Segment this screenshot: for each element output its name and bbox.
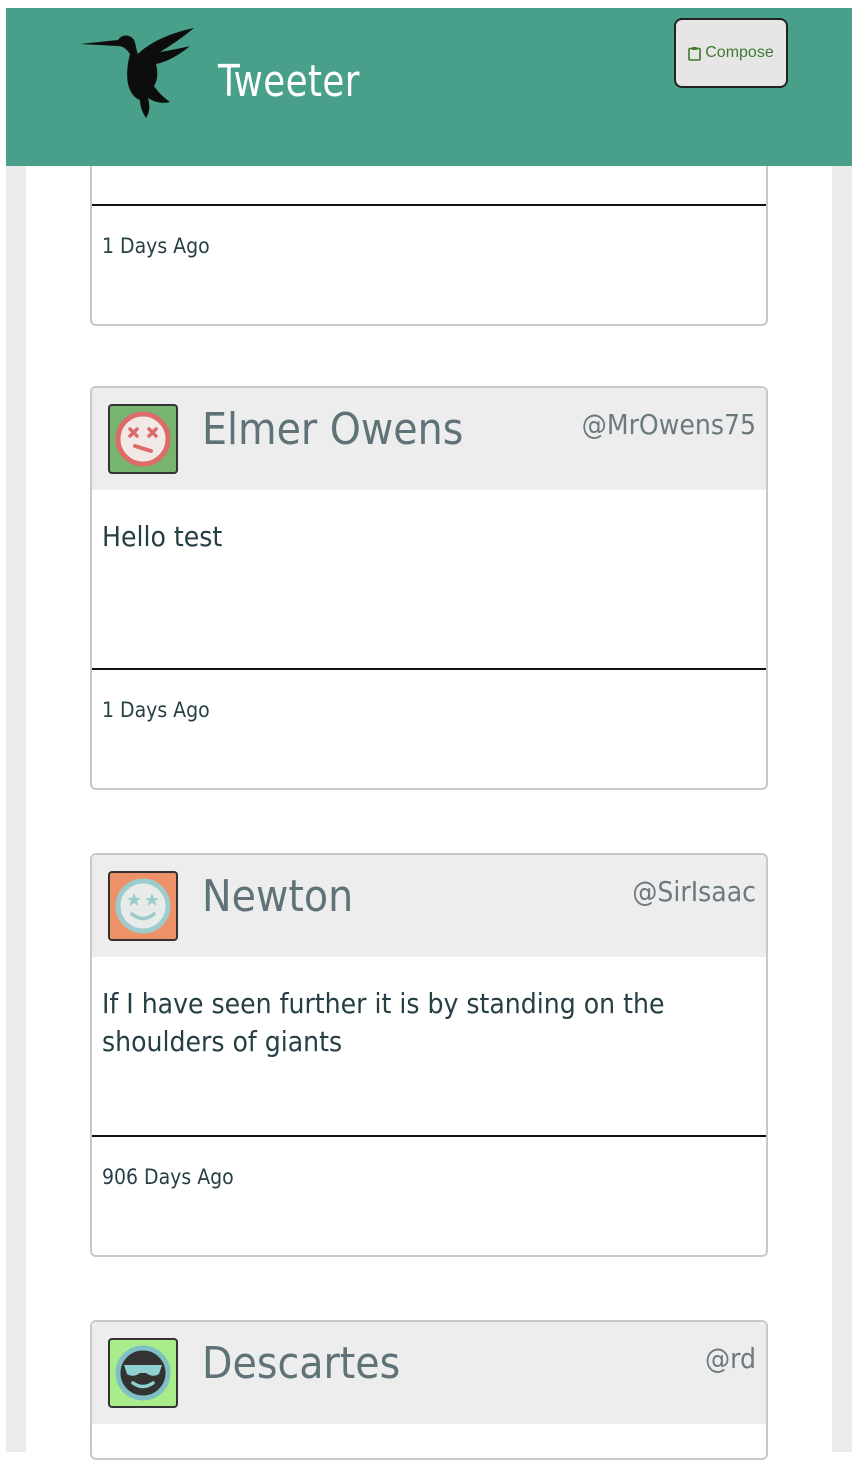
tweet-timestamp: 906 Days Ago [102,1165,234,1189]
tweet-timestamp: 1 Days Ago [102,698,210,722]
app-header: Tweeter Compose [6,8,852,166]
author-name: Descartes [202,1338,401,1389]
tweet-text: If I have seen further it is by standing… [92,957,766,1137]
author-handle: @SirIsaac [632,875,756,908]
star-eyes-face-icon [115,878,171,934]
sunglasses-face-icon [115,1345,171,1401]
compose-label: Compose [705,44,774,61]
tweet-card: Newton @SirIsaac If I have seen further … [90,853,768,1257]
dizzy-face-icon [115,411,171,467]
tweet-text: Hello test [92,490,766,670]
tweet-header: Elmer Owens @MrOwens75 [92,388,766,490]
avatar [108,404,178,474]
author-handle: @MrOwens75 [581,408,756,441]
author-name: Newton [202,871,354,922]
tweet-timestamp: 1 Days Ago [102,234,210,258]
avatar [108,871,178,941]
tweet-header: Newton @SirIsaac [92,855,766,957]
author-handle: @rd [704,1342,756,1375]
tweet-card: Elmer Owens @MrOwens75 Hello test 1 Days… [90,386,768,790]
author-name: Elmer Owens [202,404,464,455]
compose-button[interactable]: Compose [674,18,788,88]
tweet-card: Descartes @rd [90,1320,768,1460]
avatar [108,1338,178,1408]
clipboard-icon [688,46,702,61]
hummingbird-logo-icon [80,28,194,118]
tweet-header: Descartes @rd [92,1322,766,1424]
app-title: Tweeter [218,56,360,107]
